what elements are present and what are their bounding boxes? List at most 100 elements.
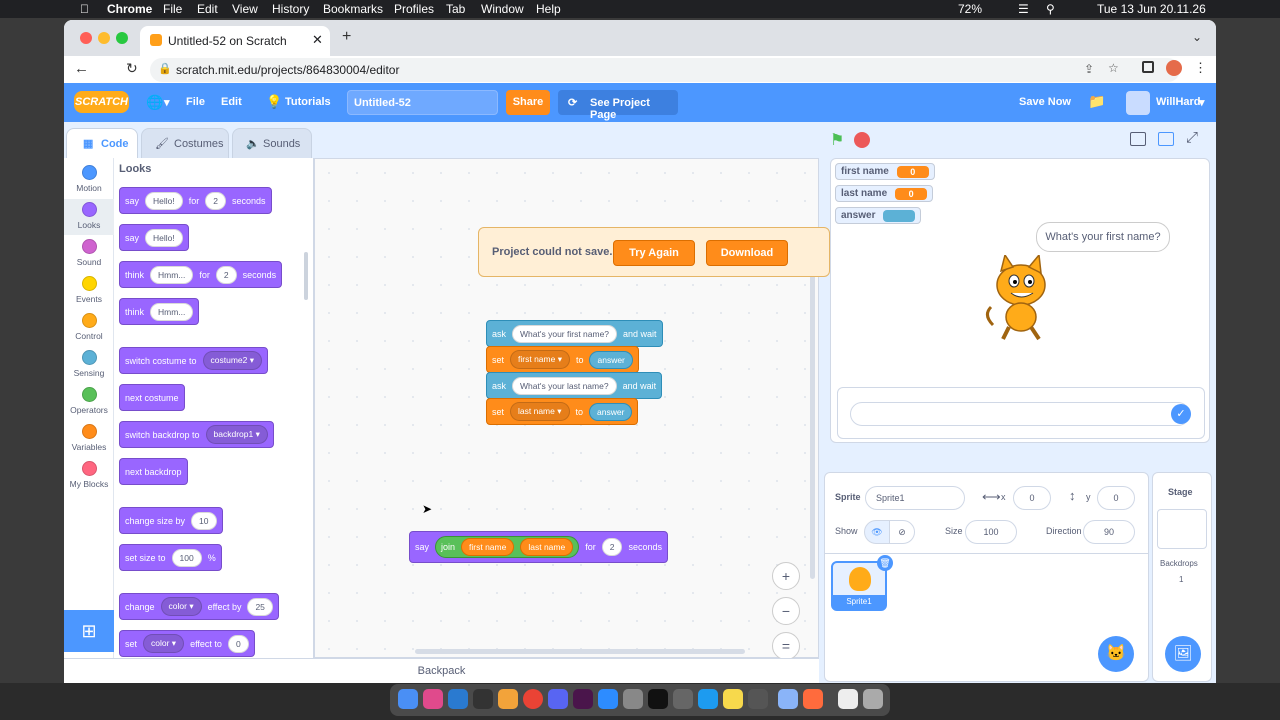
close-tab-icon[interactable]: ✕ bbox=[312, 32, 323, 48]
menubar-file[interactable]: File bbox=[163, 2, 182, 16]
user-avatar[interactable] bbox=[1126, 91, 1150, 115]
stage-backdrop-thumbnail[interactable] bbox=[1157, 509, 1207, 549]
variable-dropdown[interactable]: last name ▾ bbox=[510, 402, 570, 421]
stage-selector-panel[interactable]: Stage Backdrops 1 🖼 bbox=[1152, 472, 1212, 682]
tab-search-icon[interactable]: ⌄ bbox=[1192, 30, 1202, 44]
block-next-costume[interactable]: next costume bbox=[119, 384, 185, 411]
try-again-button[interactable]: Try Again bbox=[613, 240, 695, 266]
block-change-effect[interactable]: change color ▾ effect by 25 bbox=[119, 593, 279, 620]
wifi-icon[interactable]: ☰ bbox=[1018, 2, 1029, 16]
zoom-icon[interactable] bbox=[598, 689, 618, 709]
ws-block-set-first-name[interactable]: set first name ▾ to answer bbox=[486, 346, 639, 373]
ws-block-set-last-name[interactable]: set last name ▾ to answer bbox=[486, 398, 639, 425]
block-input[interactable]: 100 bbox=[171, 548, 202, 567]
scratch-logo[interactable]: SCRATCH bbox=[74, 91, 129, 113]
notes-icon[interactable] bbox=[723, 689, 743, 709]
workspace-horizontal-scrollbar[interactable] bbox=[415, 649, 745, 654]
user-menu-chevron-icon[interactable]: ▾ bbox=[1199, 96, 1205, 109]
language-globe-icon[interactable]: 🌐 bbox=[146, 94, 163, 111]
slack-app-icon[interactable] bbox=[573, 689, 593, 709]
terminal-icon[interactable] bbox=[648, 689, 668, 709]
ask-submit-check-icon[interactable]: ✓ bbox=[1171, 404, 1191, 424]
x-position-input[interactable]: 0 bbox=[1013, 486, 1051, 510]
first-name-reporter[interactable]: first name bbox=[461, 538, 515, 556]
slack-icon[interactable] bbox=[423, 689, 443, 709]
kebab-menu-icon[interactable]: ⋮ bbox=[1194, 60, 1207, 76]
block-input[interactable]: 2 bbox=[215, 265, 237, 284]
calculator-icon[interactable] bbox=[623, 689, 643, 709]
finder-icon[interactable] bbox=[398, 689, 418, 709]
add-extension-button[interactable]: ⊞ bbox=[64, 610, 114, 652]
menubar-bookmarks[interactable]: Bookmarks bbox=[323, 2, 383, 16]
maximize-window-button[interactable] bbox=[116, 32, 128, 44]
category-my-blocks[interactable]: My Blocks bbox=[64, 458, 114, 494]
workspace-vertical-scrollbar[interactable] bbox=[810, 239, 815, 579]
menu-tutorials[interactable]: Tutorials bbox=[285, 96, 331, 108]
block-input[interactable]: Hello! bbox=[145, 228, 183, 247]
backpack-bar[interactable]: Backpack bbox=[64, 658, 819, 683]
tab-code[interactable]: ▦ Code bbox=[66, 128, 138, 159]
sprite-thumbnail[interactable]: Sprite1 🗑 bbox=[831, 555, 893, 611]
costume-dropdown[interactable]: costume2 ▾ bbox=[202, 351, 263, 370]
chrome-icon[interactable] bbox=[523, 689, 543, 709]
block-say-for-secs[interactable]: say Hello! for 2 seconds bbox=[119, 187, 272, 214]
category-sensing[interactable]: Sensing bbox=[64, 347, 114, 383]
ws-block-ask-first[interactable]: ask What's your first name? and wait bbox=[486, 320, 663, 347]
my-stuff-folder-icon[interactable]: 📁 bbox=[1088, 93, 1105, 110]
username[interactable]: WillHard bbox=[1156, 96, 1201, 108]
tab-sounds[interactable]: 🔈 Sounds bbox=[232, 128, 312, 159]
menu-file[interactable]: File bbox=[186, 96, 205, 108]
zoom-reset-icon[interactable]: = bbox=[772, 632, 800, 660]
delete-sprite-trash-icon[interactable]: 🗑 bbox=[877, 555, 893, 571]
stage-canvas[interactable]: first name 0 last name 0 answer What's y… bbox=[830, 158, 1210, 443]
back-icon[interactable]: ← bbox=[74, 60, 89, 77]
profile-avatar[interactable] bbox=[1166, 60, 1182, 76]
block-think-for-secs[interactable]: think Hmm... for 2 seconds bbox=[119, 261, 283, 288]
ws-block-say-join[interactable]: say join first name last name for 2 seco… bbox=[409, 531, 668, 563]
join-operator[interactable]: join first name last name bbox=[435, 536, 580, 558]
block-input[interactable]: 0 bbox=[227, 634, 249, 653]
category-looks[interactable]: Looks bbox=[64, 199, 114, 235]
menubar-edit[interactable]: Edit bbox=[197, 2, 218, 16]
category-variables[interactable]: Variables bbox=[64, 421, 114, 457]
screenshot-icon[interactable] bbox=[778, 689, 798, 709]
ask-answer-input[interactable] bbox=[850, 402, 1190, 426]
address-bar[interactable]: 🔒 scratch.mit.edu/projects/864830004/edi… bbox=[150, 58, 1180, 82]
pencil-app-icon[interactable] bbox=[803, 689, 823, 709]
stop-icon[interactable] bbox=[854, 132, 870, 148]
project-title-input[interactable]: Untitled-52 bbox=[347, 90, 498, 115]
category-operators[interactable]: Operators bbox=[64, 384, 114, 420]
apple-icon[interactable]:  bbox=[80, 2, 89, 16]
vscode-icon[interactable] bbox=[448, 689, 468, 709]
block-input[interactable]: Hmm... bbox=[150, 302, 194, 321]
zoom-out-icon[interactable]: − bbox=[772, 597, 800, 625]
block-input[interactable]: 2 bbox=[205, 191, 226, 210]
direction-input[interactable]: 90 bbox=[1083, 520, 1135, 544]
menubar-help[interactable]: Help bbox=[536, 2, 561, 16]
block-change-size[interactable]: change size by 10 bbox=[119, 507, 223, 534]
choose-backdrop-image-icon[interactable]: 🖼 bbox=[1165, 636, 1201, 672]
large-stage-icon[interactable] bbox=[1158, 132, 1174, 146]
effect-dropdown[interactable]: color ▾ bbox=[160, 597, 202, 616]
scratch-cat-sprite[interactable] bbox=[981, 255, 1061, 345]
settings-icon[interactable] bbox=[673, 689, 693, 709]
share-button[interactable]: Share bbox=[506, 90, 550, 115]
menubar-app-name[interactable]: Chrome bbox=[107, 2, 152, 16]
see-project-page-button[interactable]: ⟳ See Project Page bbox=[558, 90, 678, 121]
backdrop-dropdown[interactable]: backdrop1 ▾ bbox=[205, 425, 268, 444]
app-icon[interactable] bbox=[473, 689, 493, 709]
sublime-icon[interactable] bbox=[498, 689, 518, 709]
block-input[interactable]: What's your last name? bbox=[512, 376, 617, 395]
activity-monitor-icon[interactable] bbox=[748, 689, 768, 709]
menubar-profiles[interactable]: Profiles bbox=[394, 2, 434, 16]
last-name-reporter[interactable]: last name bbox=[520, 538, 574, 556]
y-position-input[interactable]: 0 bbox=[1097, 486, 1135, 510]
block-set-effect[interactable]: set color ▾ effect to 0 bbox=[119, 630, 255, 657]
documents-icon[interactable] bbox=[838, 689, 858, 709]
block-input[interactable]: 25 bbox=[247, 597, 273, 616]
block-switch-costume[interactable]: switch costume to costume2 ▾ bbox=[119, 347, 269, 374]
variable-dropdown[interactable]: first name ▾ bbox=[510, 350, 570, 369]
palette-scrollbar[interactable] bbox=[304, 252, 308, 300]
block-input[interactable]: Hmm... bbox=[150, 265, 194, 284]
ws-block-ask-last[interactable]: ask What's your last name? and wait bbox=[486, 372, 663, 399]
